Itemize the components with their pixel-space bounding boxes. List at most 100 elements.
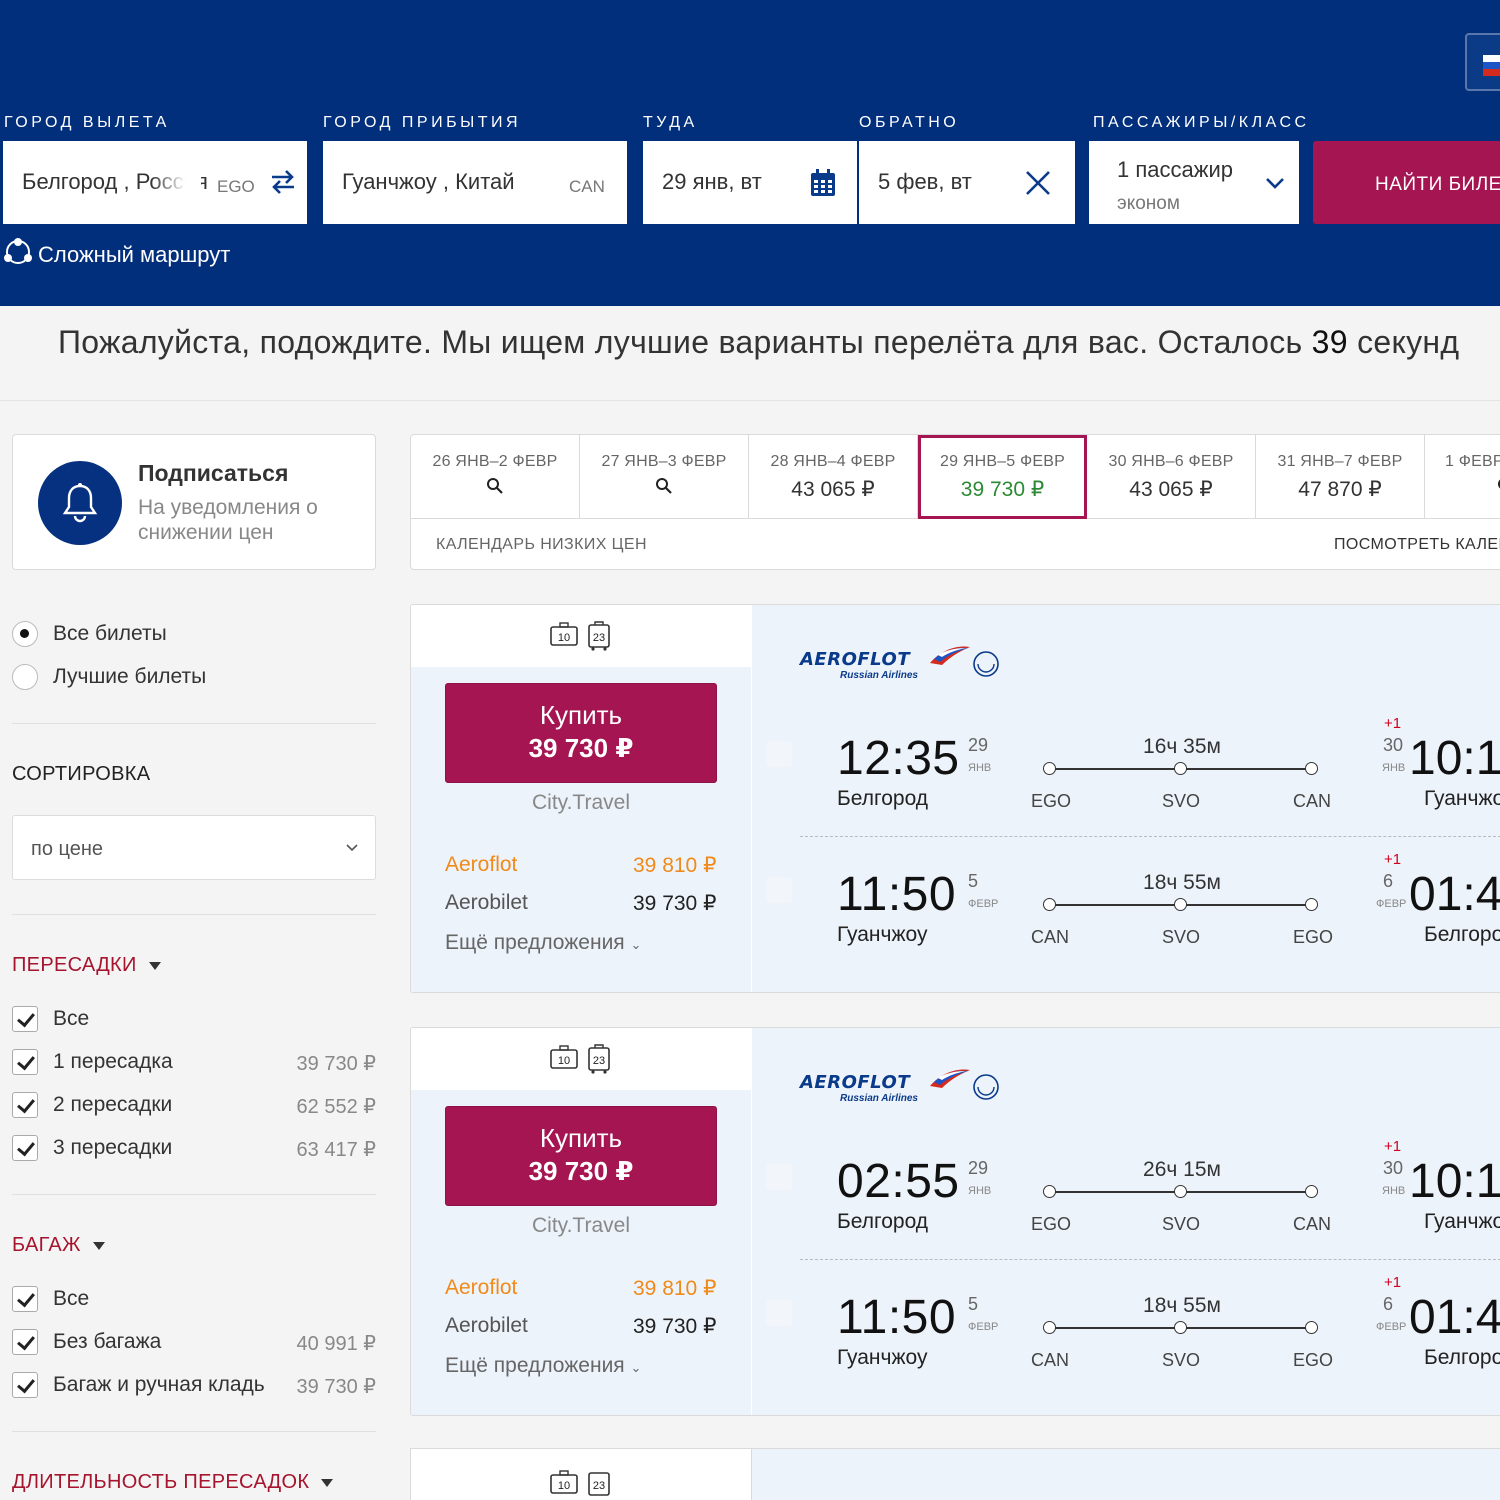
aeroflot-logo: AEROFLOT Russian Airlines	[800, 1069, 999, 1104]
transfers-1-price: 39 730 ₽	[296, 1053, 376, 1075]
complex-route-link[interactable]: Сложный маршрут	[4, 238, 230, 272]
flight-leg[interactable]: 12:35 29 ЯНВ Белгород 16ч 35м EGO SVO CAN +1 30 ЯН…	[752, 695, 1500, 815]
baggage-icons: 10 23	[549, 1044, 615, 1079]
buy-button[interactable]: Купить 39 730 ₽	[445, 683, 717, 783]
svg-text:23: 23	[593, 632, 605, 644]
transfers-2-label: 2 пересадки	[53, 1093, 173, 1116]
arrival-time: 10:10	[1409, 1155, 1500, 1208]
from-city-field[interactable]: Белгород , Россия EGO	[3, 141, 307, 224]
all-tickets-radio[interactable]	[12, 621, 38, 647]
flag-wing-icon	[930, 1069, 970, 1088]
depart-date-value: 29 янв, вт	[662, 169, 762, 194]
calendar-day[interactable]: 30 ЯНВ–6 ФЕВР 43 065 ₽	[1087, 435, 1256, 519]
transfers-2-checkbox[interactable]	[12, 1092, 38, 1118]
sort-value: по цене	[31, 838, 104, 860]
calendar-day[interactable]: 1 ФЕВР–8 ФЕВР	[1425, 435, 1500, 519]
complex-route-label: Сложный маршрут	[38, 242, 231, 267]
baggage-full-label: Багаж и ручная кладь	[53, 1373, 265, 1396]
stop-node	[1305, 898, 1318, 911]
transfers-all-checkbox[interactable]	[12, 1006, 38, 1032]
baggage-filter-toggle[interactable]: БАГАЖ	[12, 1234, 105, 1257]
calendar-icon[interactable]	[810, 169, 836, 202]
stop-node	[1043, 1185, 1056, 1198]
arrival-day: 30	[1383, 1158, 1404, 1178]
baggage-full-price: 39 730 ₽	[296, 1376, 376, 1398]
find-tickets-button[interactable]: НАЙТИ БИЛЕТЫ	[1313, 141, 1500, 224]
swap-icon[interactable]	[269, 169, 297, 200]
seconds-left: 39	[1311, 324, 1348, 360]
subscribe-description: На уведомления о снижении цен	[138, 496, 318, 544]
calendar-day[interactable]: 31 ЯНВ–7 ФЕВР 47 870 ₽	[1256, 435, 1425, 519]
caret-down-icon	[92, 1241, 105, 1250]
transfers-3-label: 3 пересадки	[53, 1136, 173, 1159]
flight-leg[interactable]: 02:55 29 ЯНВ Белгород 26ч 15м EGO SVO CAN +1 30 ЯН…	[752, 1118, 1500, 1238]
arrival-time: 01:45	[1409, 1291, 1500, 1344]
calendar-day-selected[interactable]: 29 ЯНВ–5 ФЕВР 39 730 ₽	[918, 435, 1087, 519]
divider	[12, 914, 376, 915]
arrival-month: ЯНВ	[1382, 1185, 1406, 1197]
clear-return-icon[interactable]	[1025, 170, 1051, 201]
search-icon	[580, 477, 748, 501]
departure-time: 12:35	[837, 732, 960, 785]
best-tickets-label: Лучшие билеты	[53, 665, 207, 688]
divider	[12, 723, 376, 724]
transfers-3-checkbox[interactable]	[12, 1135, 38, 1161]
baggage-none-checkbox[interactable]	[12, 1329, 38, 1355]
price-calendar: 26 ЯНВ–2 ФЕВР 27 ЯНВ–3 ФЕВР 28 ЯНВ–4 ФЕВ…	[410, 434, 1500, 570]
offer-link[interactable]: Aerobilet	[445, 1314, 528, 1338]
airport-code: SVO	[1162, 927, 1201, 947]
arrival-day: 30	[1383, 735, 1404, 755]
sort-select[interactable]: по цене	[12, 815, 376, 880]
offer-price: 39 810 ₽	[633, 1277, 717, 1300]
leg-checkbox[interactable]	[766, 877, 792, 903]
leg-checkbox[interactable]	[766, 1164, 792, 1190]
passengers-class-select[interactable]: 1 пассажир эконом	[1089, 141, 1299, 224]
arrival-city: Гуанчжоу	[1424, 787, 1500, 810]
stop-node	[1305, 762, 1318, 775]
offer-link[interactable]: Aeroflot	[445, 1276, 517, 1300]
next-day-badge: +1	[1384, 715, 1402, 732]
stop-node	[1174, 1185, 1187, 1198]
to-city-field[interactable]: Гуанчжоу , Китай CAN	[323, 141, 627, 224]
svg-text:23: 23	[593, 1055, 605, 1067]
calendar-day[interactable]: 27 ЯНВ–3 ФЕВР	[580, 435, 749, 519]
return-date-field[interactable]: 5 фев, вт	[859, 141, 1075, 224]
transfers-filter-toggle[interactable]: ПЕРЕСАДКИ	[12, 954, 161, 977]
more-offers-link[interactable]: Ещё предложения ⌄	[445, 931, 641, 955]
low-prices-calendar-label: КАЛЕНДАРЬ НИЗКИХ ЦЕН	[436, 536, 647, 553]
transfers-1-label: 1 пересадка	[53, 1050, 173, 1073]
buy-button[interactable]: Купить 39 730 ₽	[445, 1106, 717, 1206]
airport-code: EGO	[1031, 791, 1072, 811]
all-tickets-label: Все билеты	[53, 622, 167, 645]
arrival-city: Белгород	[1424, 923, 1500, 946]
depart-date-field[interactable]: 29 янв, вт	[643, 141, 857, 224]
leg-checkbox[interactable]	[766, 741, 792, 767]
view-calendar-link[interactable]: ПОСМОТРЕТЬ КАЛЕНДАРЬ	[1334, 536, 1500, 554]
offer-link[interactable]: Aerobilet	[445, 891, 528, 915]
next-day-badge: +1	[1384, 1138, 1402, 1155]
more-offers-link[interactable]: Ещё предложения ⌄	[445, 1354, 641, 1378]
airport-code: SVO	[1162, 1214, 1201, 1234]
baggage-none-label: Без багажа	[53, 1330, 162, 1353]
offer-link[interactable]: Aeroflot	[445, 853, 517, 877]
baggage-full-checkbox[interactable]	[12, 1372, 38, 1398]
transfers-1-checkbox[interactable]	[12, 1049, 38, 1075]
stop-node	[1043, 762, 1056, 775]
subscribe-card[interactable]: Подписаться На уведомления о снижении це…	[12, 434, 376, 570]
flight-leg[interactable]: 11:50 5 ФЕВР Гуанчжоу 18ч 55м CAN SVO EGO +1 6 ФЕВ…	[752, 831, 1500, 951]
calendar-day[interactable]: 26 ЯНВ–2 ФЕВР	[411, 435, 580, 519]
best-tickets-radio[interactable]	[12, 664, 38, 690]
layover-filter-toggle[interactable]: ДЛИТЕЛЬНОСТЬ ПЕРЕСАДОК	[12, 1471, 334, 1494]
language-flag-button[interactable]	[1465, 33, 1500, 91]
purchase-panel: 10 23 Купить 39 730 ₽ City.Travel Aeroflot 39 …	[411, 605, 751, 992]
transfers-2-price: 62 552 ₽	[296, 1096, 376, 1118]
stop-node	[1043, 1321, 1056, 1334]
baggage-all-checkbox[interactable]	[12, 1286, 38, 1312]
airport-code: EGO	[1031, 1214, 1072, 1234]
sort-title: СОРТИРОВКА	[12, 763, 151, 785]
calendar-day[interactable]: 28 ЯНВ–4 ФЕВР 43 065 ₽	[749, 435, 918, 519]
transfers-3-price: 63 417 ₽	[296, 1139, 376, 1161]
baggage-icons: 10 23	[549, 621, 615, 656]
leg-checkbox[interactable]	[766, 1300, 792, 1326]
flight-leg[interactable]: 11:50 5 ФЕВР Гуанчжоу 18ч 55м CAN SVO EGO +1 6 ФЕВ…	[752, 1254, 1500, 1374]
